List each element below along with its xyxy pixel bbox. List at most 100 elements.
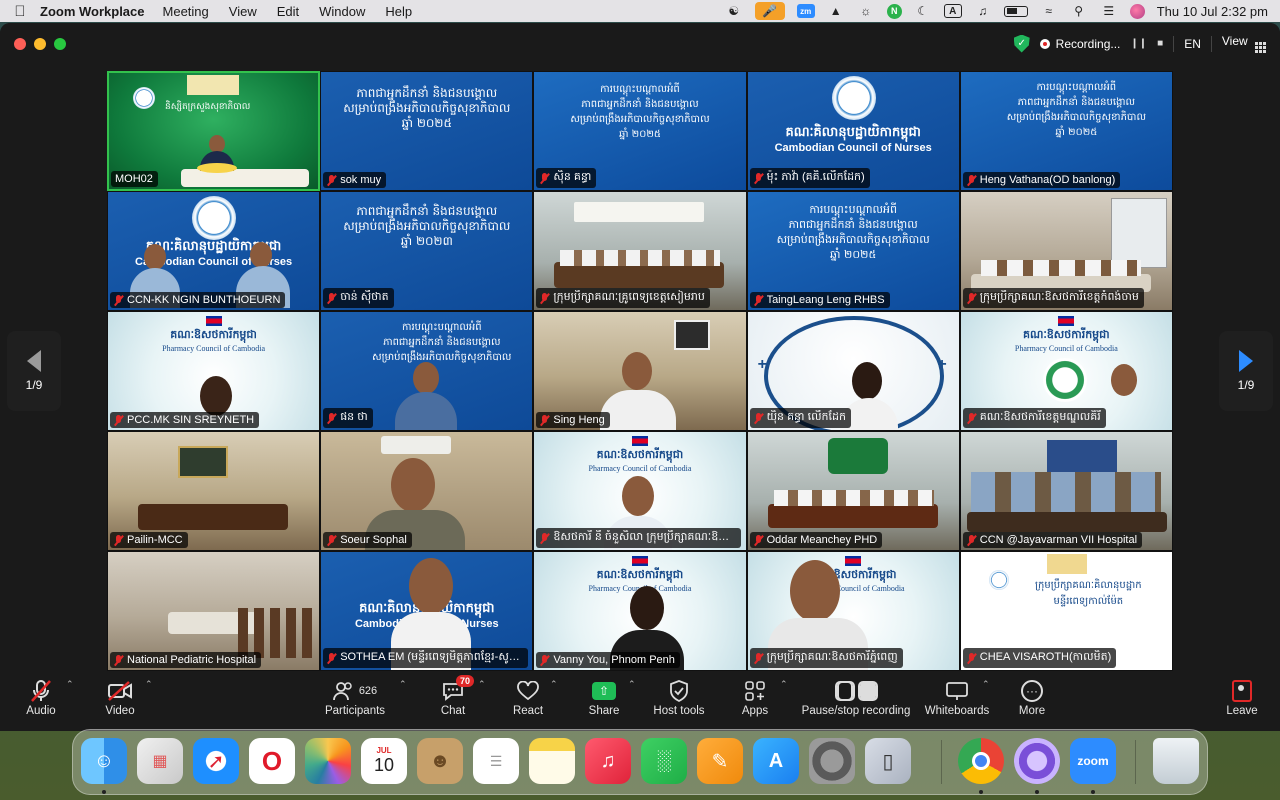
launchpad-icon[interactable]: ▦ <box>137 738 183 784</box>
drive-icon[interactable]: ▲ <box>827 4 845 18</box>
participants-options-caret-icon[interactable]: ⌃ <box>399 679 407 690</box>
ceiling-light <box>574 202 705 222</box>
participant-tile[interactable]: ភាពជាអ្នកដឹកនាំ និងជនបង្គោល សម្រាប់ពង្រឹ… <box>320 71 534 191</box>
participants-button[interactable]: 626 Participants <box>310 677 400 717</box>
menu-edit[interactable]: Edit <box>277 4 299 19</box>
window-titlebar: ✓ Recording... ❙❙ ■ EN View <box>0 23 1280 63</box>
participant-tile[interactable]: ការបណ្តុះបណ្តាលអំពី ភាពជាអ្នកដឹកនាំ និងជ… <box>746 191 960 311</box>
share-icon-wrapper: ⇧ <box>592 677 616 705</box>
vpn-icon[interactable]: ☼ <box>857 4 875 18</box>
chrome-icon[interactable] <box>958 738 1004 784</box>
pharmacy-council-english: Pharmacy Council of Cambodia <box>162 344 266 353</box>
app-menu-zoom[interactable]: Zoom Workplace <box>40 4 145 19</box>
participant-tile[interactable]: ភាពជាអ្នកដឹកនាំ និងជនបង្គោល សម្រាប់ពង្រឹ… <box>320 191 534 311</box>
siri-icon[interactable] <box>1129 3 1145 19</box>
participant-tile[interactable]: ក្រុមប្រឹក្សាគណៈគិលានុបដ្ឋាក មន្ទីរពេទ្យ… <box>959 551 1173 671</box>
participant-tile[interactable]: ក្រុមប្រឹក្សាគណៈគ្រូពេទ្យខេត្តសៀមរាប <box>533 191 747 311</box>
participant-tile[interactable]: + + យ៉ិន គន្ធា លើកដែក <box>746 311 960 431</box>
participant-tile[interactable]: គណៈឱសថការីកម្ពុជា Pharmacy Council of Ca… <box>533 431 747 551</box>
tor-browser-icon[interactable] <box>1014 738 1060 784</box>
participant-tile[interactable]: ការបណ្តុះបណ្តាលអំពី ភាពជាអ្នកដឹកនាំ និងជ… <box>320 311 534 431</box>
safari-icon[interactable]: ➚ <box>193 738 239 784</box>
photos-icon[interactable] <box>305 738 351 784</box>
participant-tile[interactable]: គណៈគិលានុបដ្ឋាយិកាកម្ពុជា Cambodian Coun… <box>320 551 534 671</box>
audio-options-caret-icon[interactable]: ⌃ <box>66 679 74 690</box>
participant-tile[interactable]: គណៈឱសថការីកម្ពុជា Pharmacy Council of Ca… <box>959 311 1173 431</box>
calendar-icon[interactable]: JUL 10 <box>361 738 407 784</box>
menu-view[interactable]: View <box>229 4 257 19</box>
music-icon[interactable]: ♫ <box>585 738 631 784</box>
copilot-icon[interactable]: ☯ <box>725 4 743 18</box>
opera-icon[interactable]: O <box>249 738 295 784</box>
muted-mic-icon <box>327 652 336 664</box>
participant-tile[interactable]: Sing Heng <box>533 311 747 431</box>
participant-name-tag: ផន ថា <box>323 408 373 428</box>
notes-icon[interactable] <box>529 738 575 784</box>
more-label: More <box>1018 705 1046 717</box>
participant-tile[interactable]: និស្សិតក្រសួងសុខាភិបាល MOH02 <box>107 71 321 191</box>
input-source-icon[interactable]: A <box>943 4 962 18</box>
microphone-in-use-icon[interactable]: 🎤 <box>754 2 785 20</box>
menubar-clock[interactable]: Thu 10 Jul 2:32 pm <box>1157 4 1268 19</box>
muted-mic-icon <box>114 654 123 666</box>
participant-tile[interactable]: Soeur Sophal <box>320 431 534 551</box>
view-button[interactable]: View <box>1222 34 1266 53</box>
next-page-button[interactable]: 1/9 <box>1219 331 1273 411</box>
participant-tile[interactable]: គណៈឱសថការីកម្ពុជា Pharmacy Council of Ca… <box>533 551 747 671</box>
do-not-disturb-moon-icon[interactable]: ☾ <box>914 4 932 18</box>
menu-meeting[interactable]: Meeting <box>163 4 209 19</box>
finder-icon[interactable]: ☺ <box>81 738 127 784</box>
control-center-icon[interactable]: ☰ <box>1100 4 1118 18</box>
apple-menu-icon[interactable]:  <box>0 3 40 20</box>
numbers-icon[interactable]: ░ <box>641 738 687 784</box>
participant-tile[interactable]: ការបណ្តុះបណ្តាលអំពី ភាពជាអ្នកដឹកនាំ និងជ… <box>959 71 1173 191</box>
zoom-app-icon[interactable]: zoom <box>1070 738 1116 784</box>
reminders-icon[interactable]: ☰ <box>473 738 519 784</box>
stop-recording-icon[interactable]: ■ <box>1157 38 1163 49</box>
participant-tile[interactable]: CCN @Jayavarman VII Hospital <box>959 431 1173 551</box>
fullscreen-window-button[interactable] <box>54 38 66 50</box>
previous-page-button[interactable]: 1/9 <box>7 331 61 411</box>
wifi-icon[interactable]: ≈ <box>1040 4 1058 18</box>
iphone-mirroring-icon[interactable]: ▯ <box>865 738 911 784</box>
pause-stop-recording-button[interactable]: Pause/stop recording <box>796 677 916 717</box>
view-label: View <box>1221 34 1248 48</box>
participant-tile[interactable]: គណៈគិលានុបដ្ឋាយិកាកម្ពុជា Cambodian Coun… <box>746 71 960 191</box>
heart-icon <box>517 677 539 705</box>
minimize-window-button[interactable] <box>34 38 46 50</box>
video-options-caret-icon[interactable]: ⌃ <box>145 679 153 690</box>
apps-options-caret-icon[interactable]: ⌃ <box>780 679 788 690</box>
battery-icon[interactable] <box>1003 5 1028 17</box>
muted-mic-icon <box>540 172 549 184</box>
pause-recording-icon[interactable]: ❙❙ <box>1130 38 1147 49</box>
slide-title: ភាពជាអ្នកដឹកនាំ និងជនបង្គោល សម្រាប់ពង្រឹ… <box>343 204 511 248</box>
participant-tile[interactable]: National Pediatric Hospital <box>107 551 321 671</box>
mac-dock: ☺ ▦ ➚ O JUL 10 ☻ ☰ ♫ ░ ✎ A ▯ zoom <box>72 729 1208 795</box>
participant-tile[interactable]: គណៈឱសថការីកម្ពុជា Pharmacy Council of Ca… <box>107 311 321 431</box>
recording-dot-icon <box>1039 38 1050 49</box>
system-settings-gear-icon[interactable] <box>809 738 855 784</box>
trash-icon[interactable] <box>1153 738 1199 784</box>
participant-tile[interactable]: Pailin-MCC <box>107 431 321 551</box>
participant-tile[interactable]: Oddar Meanchey PHD <box>746 431 960 551</box>
leave-meeting-button[interactable]: Leave <box>1197 677 1280 717</box>
participant-tile[interactable]: ក្រុមប្រឹក្សាគណៈឱសថការីខេត្តកំពង់ចាម <box>959 191 1173 311</box>
spotlight-search-icon[interactable]: ⚲ <box>1070 4 1088 18</box>
app-store-icon[interactable]: A <box>753 738 799 784</box>
pages-icon[interactable]: ✎ <box>697 738 743 784</box>
n-app-icon[interactable]: N <box>886 3 902 19</box>
menu-window[interactable]: Window <box>319 4 365 19</box>
close-window-button[interactable] <box>14 38 26 50</box>
participant-tile[interactable]: គណៈគិលានុបដ្ឋាយិកាកម្ពុជា Cambodian Coun… <box>107 191 321 311</box>
language-interpretation-button[interactable]: EN <box>1184 37 1201 51</box>
headphones-icon[interactable]: ♫ <box>974 4 992 18</box>
chairs <box>238 608 314 658</box>
encryption-shield-icon[interactable]: ✓ <box>1013 34 1030 53</box>
more-button[interactable]: ··· More <box>987 677 1077 717</box>
react-options-caret-icon[interactable]: ⌃ <box>550 679 558 690</box>
menu-help[interactable]: Help <box>385 4 412 19</box>
participant-tile[interactable]: ការបណ្តុះបណ្តាលអំពី ភាពជាអ្នកដឹកនាំ និងជ… <box>533 71 747 191</box>
contacts-icon[interactable]: ☻ <box>417 738 463 784</box>
zoom-menubar-icon[interactable]: zm <box>796 4 815 18</box>
participant-tile[interactable]: គណៈឱសថការីកម្ពុជា Pharmacy Council of Ca… <box>746 551 960 671</box>
